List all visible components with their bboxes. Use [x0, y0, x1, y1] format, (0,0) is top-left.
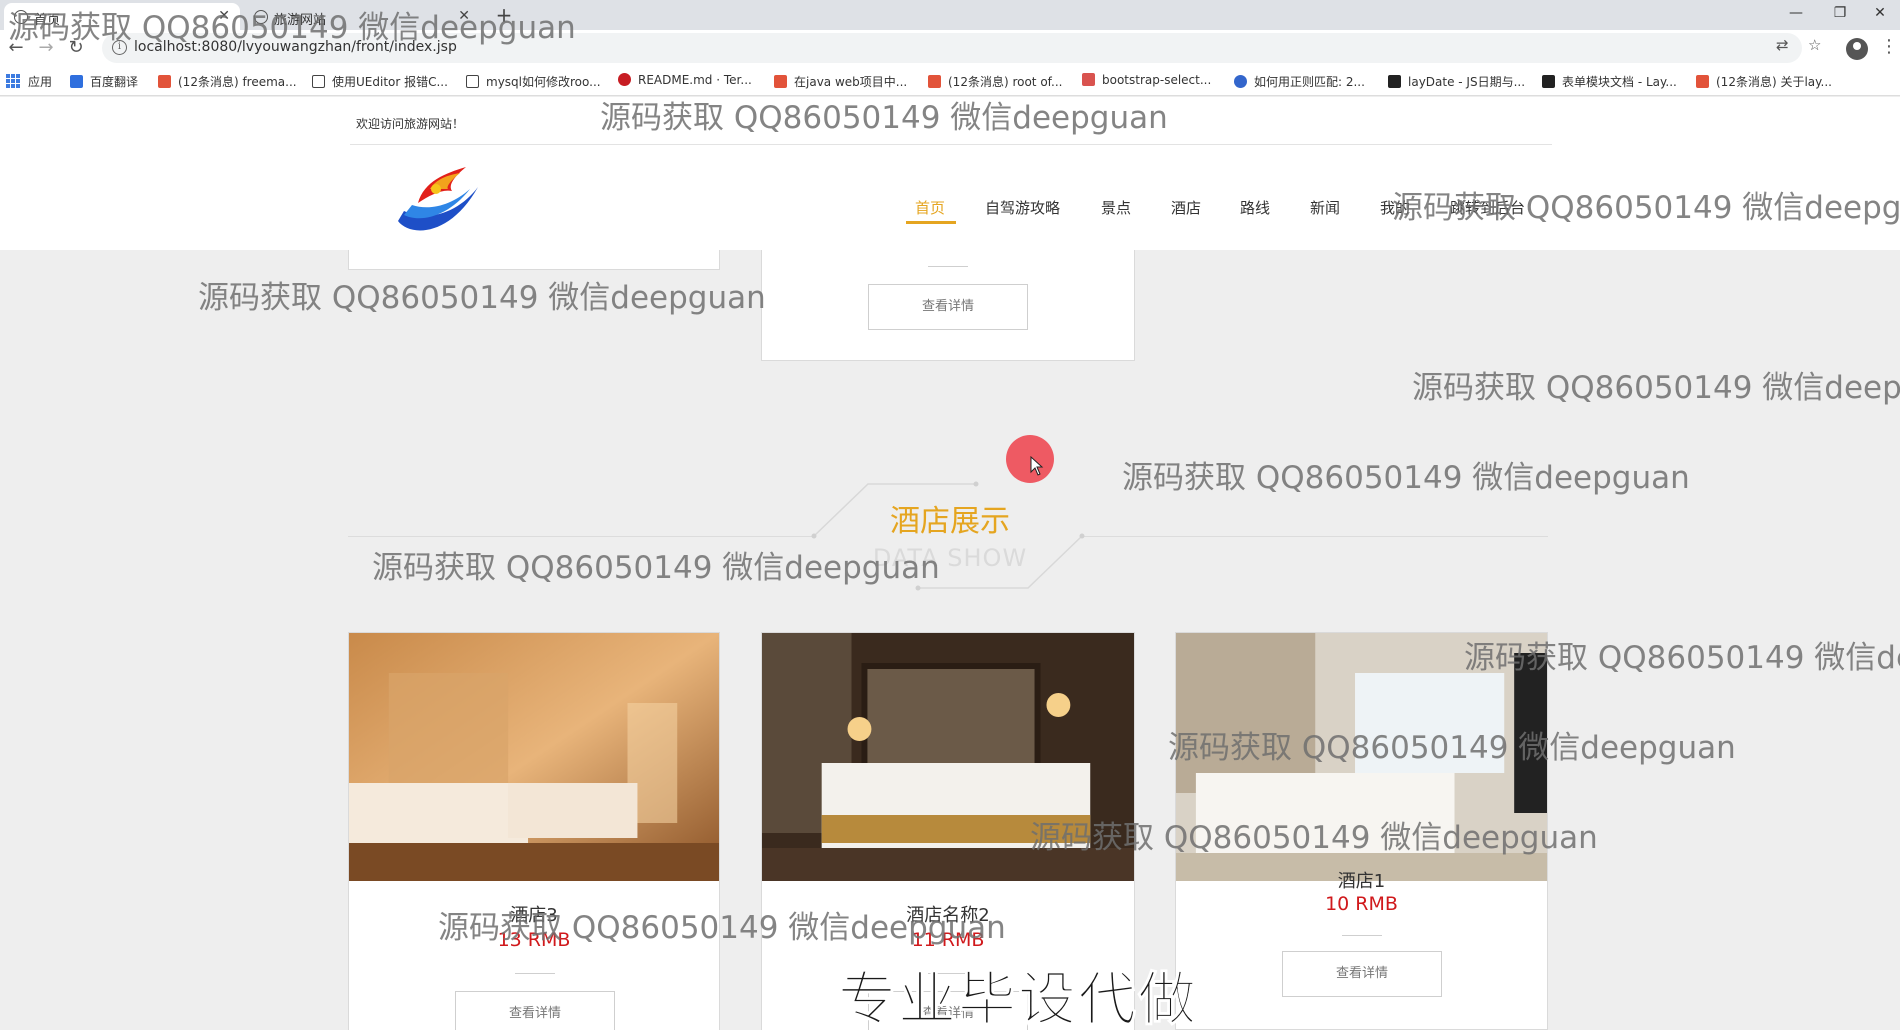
csdn-icon [1696, 75, 1709, 88]
apps-grid-icon[interactable] [6, 74, 20, 88]
address-bar[interactable]: i localhost:8080/lvyouwangzhan/front/ind… [102, 33, 1802, 63]
hotel-name[interactable]: 酒店3 [349, 901, 719, 927]
menu-icon[interactable]: ⋮ [1880, 36, 1898, 57]
hotel-image[interactable] [762, 633, 1134, 881]
baidu-icon [1234, 75, 1247, 88]
hotel-price: 11 RMB [911, 929, 985, 951]
site-header: 欢迎访问旅游网站！ 首页 自驾游攻略 景点 酒店 路线 新闻 我的 跳转到后台 [0, 97, 1900, 250]
bookmark-item[interactable]: 表单模块文档 - Lay... [1542, 73, 1677, 90]
hotel-image[interactable] [349, 633, 719, 881]
bookmark-item[interactable]: layDate - JS日期与... [1388, 73, 1525, 90]
nav-attractions[interactable]: 景点 [1101, 197, 1131, 218]
watermark-text: 源码获取 QQ86050149 微信deepguan [1122, 460, 1690, 496]
separator [1342, 935, 1382, 936]
nav-mine[interactable]: 我的 [1380, 197, 1410, 218]
bookmark-item[interactable]: (12条消息) root of... [928, 73, 1062, 90]
tab-title: 首页 [34, 13, 61, 28]
hotel-name[interactable]: 酒店1 [1176, 867, 1547, 893]
forward-icon[interactable]: → [32, 34, 60, 62]
bookmark-item[interactable]: 使用UEditor 报错C... [312, 73, 448, 90]
globe-icon [254, 10, 268, 24]
hotel-image[interactable] [1176, 633, 1547, 881]
bookmark-item[interactable]: mysql如何修改roo... [466, 73, 601, 90]
back-icon[interactable]: ← [2, 34, 30, 62]
info-icon[interactable]: i [112, 40, 127, 55]
nav-admin[interactable]: 跳转到后台 [1450, 197, 1525, 218]
section-title: 酒店展示 [890, 504, 1010, 539]
tab-title: 旅游网站 [274, 13, 327, 28]
nav-news[interactable]: 新闻 [1310, 197, 1340, 218]
hotel-price: 10 RMB [1325, 893, 1398, 915]
detail-button[interactable]: 查看详情 [455, 991, 615, 1030]
site-logo[interactable] [390, 159, 490, 239]
bookmark-item[interactable]: (12条消息) 关于lay... [1696, 73, 1832, 90]
browser-tab-home[interactable]: 首页 ✕ [4, 3, 240, 30]
address-url[interactable]: localhost:8080/lvyouwangzhan/front/index… [134, 39, 457, 55]
hotel-name[interactable]: 酒店名称2 [762, 901, 1134, 927]
nav-home[interactable]: 首页 [915, 197, 945, 218]
detail-button[interactable]: 查看详情 [868, 284, 1028, 330]
nav-hotels[interactable]: 酒店 [1171, 197, 1201, 218]
reload-icon[interactable]: ↻ [62, 34, 90, 62]
gitee-icon [618, 73, 631, 86]
nav-self-drive-guide[interactable]: 自驾游攻略 [985, 197, 1060, 218]
csdn-icon [928, 75, 941, 88]
watermark-text: 源码获取 QQ86050149 微信deepguan [1412, 370, 1900, 406]
translate-icon[interactable]: ⇄ [1776, 36, 1789, 54]
bookmark-item[interactable]: 在java web项目中... [774, 73, 907, 90]
profile-avatar[interactable] [1846, 38, 1868, 60]
nav-active-indicator [906, 221, 956, 224]
link-icon [466, 75, 479, 88]
browser-toolbar: ← → ↻ i localhost:8080/lvyouwangzhan/fro… [0, 30, 1900, 66]
browser-tab-travel[interactable]: 旅游网站 ✕ [244, 3, 480, 30]
new-tab-button[interactable]: + [492, 3, 516, 27]
bookmark-item[interactable]: (12条消息) freema... [158, 73, 297, 90]
separator [928, 266, 968, 267]
header-divider [350, 144, 1552, 145]
overlay-caption: 专业毕设代做 [837, 965, 1199, 1030]
csdn-icon [158, 75, 171, 88]
bookmarks-bar: 应用 百度翻译 (12条消息) freema... 使用UEditor 报错C.… [0, 66, 1900, 96]
hotel-card[interactable]: 酒店3 13 RMB 查看详情 [348, 632, 720, 1030]
bookmark-item[interactable]: bootstrap-select... [1082, 73, 1211, 87]
csdn-icon [774, 75, 787, 88]
star-icon[interactable]: ☆ [1808, 36, 1821, 54]
close-icon[interactable]: ✕ [218, 8, 230, 24]
bootstrap-icon [1082, 73, 1095, 86]
bookmark-item[interactable]: 百度翻译 [70, 73, 138, 90]
translate-icon [70, 75, 83, 88]
welcome-text: 欢迎访问旅游网站！ [356, 117, 465, 131]
bookmark-apps[interactable]: 应用 [28, 73, 52, 90]
layui-icon [1388, 75, 1401, 88]
section-subtitle: DATA SHOW [872, 544, 1028, 572]
hotel-card[interactable]: 酒店1 10 RMB 查看详情 [1175, 632, 1548, 1030]
watermark-text: 源码获取 QQ86050149 微信deepguan [198, 280, 766, 316]
hotel-price: 13 RMB [497, 929, 571, 951]
minimize-button[interactable]: — [1774, 0, 1818, 30]
restore-button[interactable]: ❐ [1818, 0, 1862, 30]
link-icon [312, 75, 325, 88]
nav-routes[interactable]: 路线 [1240, 197, 1270, 218]
browser-tabstrip: 首页 ✕ 旅游网站 ✕ + — ❐ ✕ [0, 0, 1900, 30]
bookmark-item[interactable]: 如何用正则匹配: 2... [1234, 73, 1365, 90]
close-icon[interactable]: ✕ [458, 8, 470, 24]
separator [515, 973, 555, 974]
detail-button[interactable]: 查看详情 [1282, 951, 1442, 997]
globe-icon [14, 10, 28, 24]
cursor-icon [1030, 456, 1044, 476]
bookmark-item[interactable]: README.md · Ter... [618, 73, 752, 87]
window-close-button[interactable]: ✕ [1858, 0, 1900, 30]
layui-icon [1542, 75, 1555, 88]
